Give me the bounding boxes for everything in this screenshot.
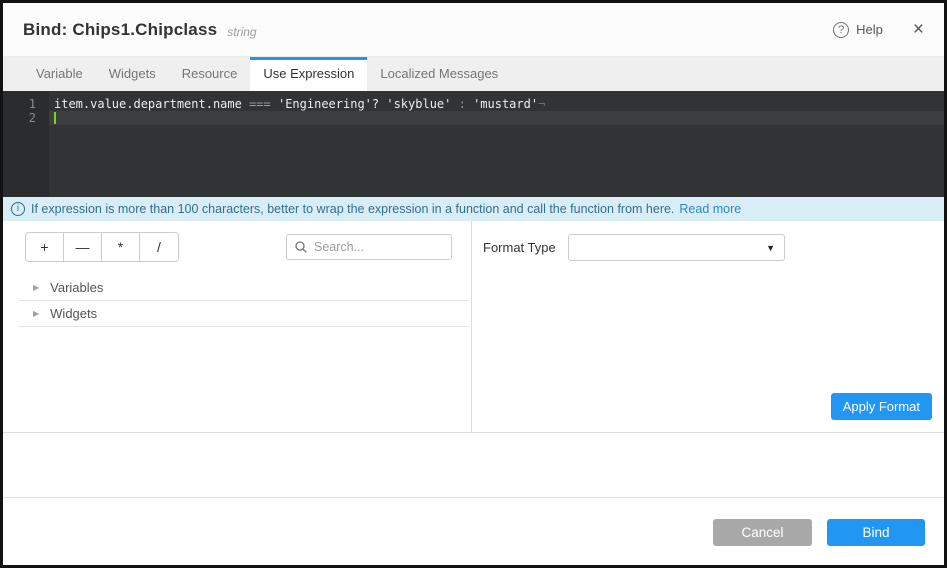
dialog-title: Bind: Chips1.Chipclass xyxy=(23,20,217,40)
chevron-down-icon: ▼ xyxy=(766,243,775,253)
expression-tools-panel: + — * / ▶ Variables xyxy=(3,221,472,432)
editor-code-area[interactable]: item.value.department.name === 'Engineer… xyxy=(49,91,944,197)
code-token: 'mustard' xyxy=(473,97,538,111)
triangle-right-icon[interactable]: ▶ xyxy=(33,283,39,292)
question-mark-circle-icon: ? xyxy=(833,22,849,38)
format-type-row: Format Type ▼ xyxy=(483,234,944,261)
empty-area xyxy=(3,433,944,497)
format-panel: Format Type ▼ Apply Format xyxy=(472,221,944,432)
plus-operator-button[interactable]: + xyxy=(26,233,64,261)
divide-operator-button[interactable]: / xyxy=(140,233,178,261)
multiply-operator-button[interactable]: * xyxy=(102,233,140,261)
line-number: 1 xyxy=(3,97,36,111)
property-type-label: string xyxy=(227,21,256,39)
close-icon[interactable]: × xyxy=(913,20,924,39)
format-type-dropdown[interactable]: ▼ xyxy=(568,234,785,261)
operator-toolbar: + — * / xyxy=(25,232,452,262)
code-line-2 xyxy=(54,111,944,125)
main-content: + — * / ▶ Variables xyxy=(3,221,944,433)
info-icon: i xyxy=(11,202,25,216)
tab-use-expression[interactable]: Use Expression xyxy=(250,57,367,91)
code-token: 'Engineering'? 'skyblue' xyxy=(278,97,459,111)
expression-code-editor[interactable]: 1 2 item.value.department.name === 'Engi… xyxy=(3,91,944,197)
read-more-link[interactable]: Read more xyxy=(679,202,741,216)
code-line-1: item.value.department.name === 'Engineer… xyxy=(54,97,944,111)
help-label: Help xyxy=(856,22,883,37)
editor-gutter: 1 2 xyxy=(3,91,49,197)
binding-source-tree: ▶ Variables ▶ Widgets xyxy=(3,275,471,327)
tab-variable[interactable]: Variable xyxy=(23,57,96,91)
code-token: === xyxy=(249,97,278,111)
line-number: 2 xyxy=(3,111,36,125)
apply-format-button[interactable]: Apply Format xyxy=(831,393,932,420)
tab-resource[interactable]: Resource xyxy=(169,57,251,91)
tab-widgets[interactable]: Widgets xyxy=(96,57,169,91)
cancel-button[interactable]: Cancel xyxy=(713,519,812,546)
search-field[interactable] xyxy=(286,234,452,260)
tree-item-label: Variables xyxy=(50,280,103,295)
dialog-header: Bind: Chips1.Chipclass string ? Help × xyxy=(3,3,944,57)
help-button[interactable]: ? Help xyxy=(833,22,883,38)
code-token: : xyxy=(459,97,473,111)
format-type-label: Format Type xyxy=(483,240,568,255)
header-actions: ? Help × xyxy=(833,20,944,39)
search-icon xyxy=(295,241,307,253)
tree-item-widgets[interactable]: ▶ Widgets xyxy=(18,301,469,327)
tab-bar: Variable Widgets Resource Use Expression… xyxy=(3,57,944,91)
tree-item-variables[interactable]: ▶ Variables xyxy=(18,275,469,301)
text-cursor xyxy=(54,112,56,124)
expression-hint-bar: i If expression is more than 100 charact… xyxy=(3,197,944,221)
hint-text: If expression is more than 100 character… xyxy=(31,202,674,216)
bind-button[interactable]: Bind xyxy=(827,519,925,546)
tab-localized-messages[interactable]: Localized Messages xyxy=(367,57,511,91)
end-of-line-icon: ¬ xyxy=(538,97,545,111)
tree-item-label: Widgets xyxy=(50,306,97,321)
minus-operator-button[interactable]: — xyxy=(64,233,102,261)
search-input[interactable] xyxy=(314,240,443,254)
bind-dialog: Bind: Chips1.Chipclass string ? Help × V… xyxy=(0,0,947,568)
operator-button-group: + — * / xyxy=(25,232,179,262)
triangle-right-icon[interactable]: ▶ xyxy=(33,309,39,318)
code-token: item.value.department.name xyxy=(54,97,249,111)
dialog-footer: Cancel Bind xyxy=(3,497,944,565)
